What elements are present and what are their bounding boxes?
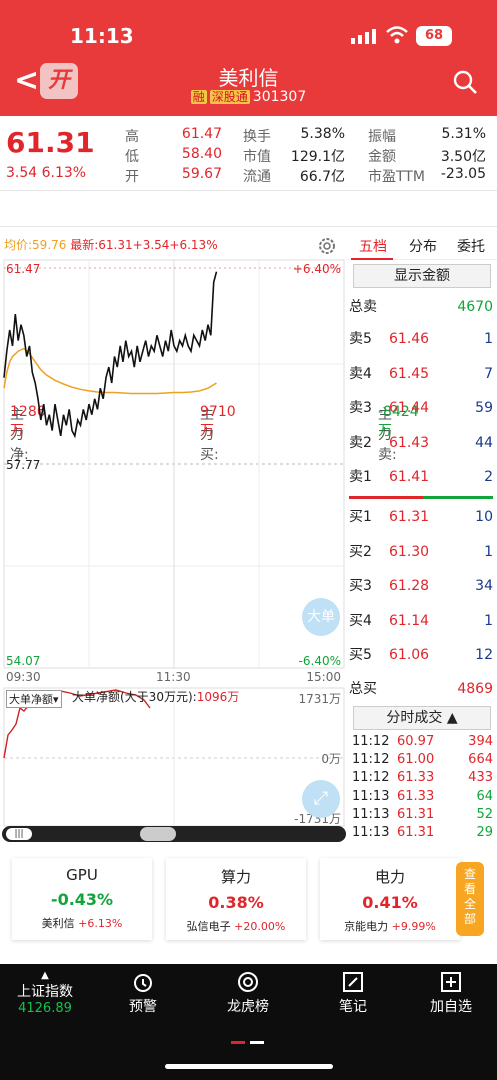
- index-ticker[interactable]: ▲ 上证指数 4126.89: [0, 970, 90, 1016]
- expand-icon[interactable]: ⤢: [302, 780, 340, 818]
- tick-row: 11:13 61.31 29: [352, 825, 493, 840]
- stock-subtitle: 融深股通 301307: [0, 88, 497, 105]
- alert-button[interactable]: 预警: [98, 964, 188, 1016]
- target-icon: [238, 972, 258, 992]
- quote-label: 换手: [243, 129, 271, 145]
- search-icon[interactable]: [453, 70, 477, 94]
- indicator-select[interactable]: 大单净额▾: [6, 690, 62, 708]
- time-mid: 11:30: [156, 670, 191, 684]
- battery-icon: 68: [416, 26, 452, 46]
- ask-row[interactable]: 卖4 61.45 7: [347, 357, 497, 391]
- quote-label: 金额: [368, 149, 396, 165]
- book-tabs: 五档 分布 委托: [347, 230, 497, 260]
- last-price: 61.31: [6, 126, 95, 159]
- stock-code: 301307: [252, 89, 307, 105]
- pct-bottom-label: -6.40%: [298, 654, 341, 668]
- tick-row: 11:12 60.97 394: [352, 734, 493, 749]
- margin-tag: 融: [190, 90, 207, 104]
- total-buy-row: 总买 4869: [349, 681, 493, 697]
- quote-value: 61.47: [181, 126, 222, 142]
- big-order-button[interactable]: 大单: [302, 598, 340, 636]
- tick-row: 11:13 61.33 64: [352, 788, 493, 804]
- y-bottom-label: 54.07: [6, 654, 41, 668]
- price-line: [3, 271, 218, 439]
- order-book: 五档 分布 委托 显示金额 总卖 4670 卖5 61.46 1 卖4 61.45 7 卖3 6…: [347, 230, 497, 840]
- concept-card[interactable]: 电力 0.41% 京能电力 +9.99%: [320, 858, 460, 940]
- tick-row: 11:12 61.00 664: [352, 752, 493, 768]
- home-indicator: [165, 1064, 333, 1069]
- scrollbar-thumb[interactable]: [140, 827, 176, 841]
- note-edit-icon: [343, 972, 363, 992]
- add-icon: [441, 972, 461, 992]
- quote-label: 开: [125, 169, 139, 185]
- wifi-icon: [386, 26, 408, 44]
- connect-tag: 深股通: [209, 90, 250, 104]
- quote-value: -23.05: [440, 166, 486, 182]
- bid-row[interactable]: 买2 61.30 1: [347, 535, 497, 569]
- time-start: 09:30: [6, 670, 41, 684]
- price-chart-plot: [3, 259, 345, 827]
- quote-value: 59.67: [181, 166, 222, 182]
- total-sell-row: 总卖 4670: [349, 299, 493, 315]
- quote-value: 3.50亿: [440, 149, 486, 165]
- tab-five-levels[interactable]: 五档: [359, 236, 387, 256]
- bid-row[interactable]: 买5 61.06 12: [347, 638, 497, 672]
- alarm-clock-icon: [134, 974, 152, 992]
- sub-top-label: 1731万: [298, 692, 341, 706]
- sub-zero-label: 0万: [321, 752, 341, 766]
- tick-row: 11:12 61.33 433: [352, 770, 493, 786]
- status-time: 11:13: [70, 24, 134, 48]
- quote-value: 58.40: [181, 146, 222, 162]
- quote-value: 66.7亿: [299, 169, 345, 185]
- price-change: 3.54 6.13%: [6, 165, 87, 181]
- ask-row[interactable]: 卖1 61.41 2: [347, 460, 497, 494]
- tick-row: 11:13 61.31 52: [352, 806, 493, 822]
- quote-label: 高: [125, 129, 139, 145]
- time-end: 15:00: [306, 670, 341, 684]
- quote-value: 129.1亿: [290, 149, 345, 165]
- intraday-chart[interactable]: 均价:59.76 最新:61.31+3.54+6.13% 61.47 +6.40…: [0, 230, 347, 850]
- ask-row[interactable]: 卖3 61.44 59: [347, 391, 497, 425]
- notes-button[interactable]: 笔记: [308, 964, 398, 1016]
- bid-row[interactable]: 买3 61.28 34: [347, 569, 497, 603]
- y-top-label: 61.47: [6, 262, 41, 276]
- quote-value: 5.31%: [441, 126, 486, 142]
- indicator-title: 大单净额(大于30万元):1096万: [72, 690, 240, 704]
- scrollbar-handle[interactable]: |||: [6, 828, 32, 840]
- tab-orders[interactable]: 委托: [457, 236, 485, 256]
- app-header: 11:13 68 < 开 美利信 融深股通 301307: [0, 0, 497, 116]
- page-indicator-active: [231, 1041, 245, 1044]
- bid-row[interactable]: 买4 61.14 1: [347, 604, 497, 638]
- y-mid-label: 57.77: [6, 458, 41, 472]
- page-indicator: [250, 1041, 264, 1044]
- tick-trades-button[interactable]: 分时成交 ▲: [353, 706, 491, 730]
- ask-row[interactable]: 卖5 61.46 1: [347, 322, 497, 356]
- pct-top-label: +6.40%: [292, 262, 341, 276]
- bottom-bar: ▲ 上证指数 4126.89 预警 龙虎榜 笔记 加自选: [0, 964, 497, 1080]
- quote-label: 低: [125, 149, 139, 165]
- add-watchlist-button[interactable]: 加自选: [406, 964, 496, 1016]
- timeline-scrollbar[interactable]: |||: [2, 826, 346, 842]
- tab-distribution[interactable]: 分布: [409, 236, 437, 256]
- view-all-button[interactable]: 查看全部: [456, 862, 484, 936]
- quote-value: 5.38%: [300, 126, 345, 142]
- concept-card[interactable]: GPU -0.43% 美利信 +6.13%: [12, 858, 152, 940]
- concept-card[interactable]: 算力 0.38% 弘信电子 +20.00%: [166, 858, 306, 940]
- quote-label: 振幅: [368, 129, 396, 145]
- quote-label: 市值: [243, 149, 271, 165]
- dragon-tiger-button[interactable]: 龙虎榜: [203, 964, 293, 1016]
- quote-label: 市盈TTM: [368, 169, 425, 185]
- quote-label: 流通: [243, 169, 271, 185]
- cellular-signal-icon: [351, 29, 376, 44]
- show-amount-button[interactable]: 显示金额: [353, 264, 491, 288]
- bid-row[interactable]: 买1 61.31 10: [347, 500, 497, 534]
- ask-row[interactable]: 卖2 61.43 44: [347, 426, 497, 460]
- stock-name: 美利信: [218, 66, 279, 90]
